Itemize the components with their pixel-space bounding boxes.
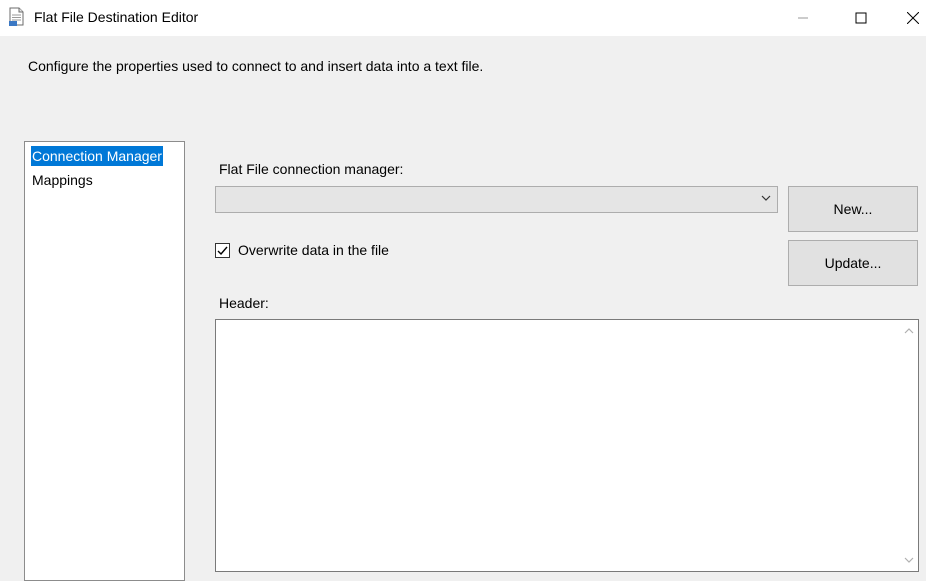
page-description: Configure the properties used to connect… [28, 58, 484, 74]
maximize-icon [855, 12, 867, 24]
checkmark-icon [217, 246, 228, 256]
page-nav-list: Connection Manager Mappings [24, 141, 185, 581]
overwrite-checkbox[interactable] [215, 243, 230, 258]
update-button[interactable]: Update... [788, 240, 918, 286]
chevron-down-icon [761, 195, 771, 201]
minimize-icon [798, 17, 808, 19]
connection-manager-dropdown[interactable] [215, 186, 778, 213]
header-label: Header: [219, 295, 269, 311]
maximize-button[interactable] [838, 0, 884, 36]
chevron-up-icon[interactable] [904, 328, 914, 334]
header-textarea[interactable] [215, 319, 919, 572]
close-icon [907, 12, 919, 24]
title-bar: Flat File Destination Editor [0, 0, 926, 36]
close-button[interactable] [890, 0, 926, 36]
minimize-button[interactable] [780, 0, 826, 36]
overwrite-label[interactable]: Overwrite data in the file [238, 242, 389, 258]
nav-item-connection-manager[interactable]: Connection Manager [31, 146, 163, 166]
connection-manager-label: Flat File connection manager: [219, 161, 404, 177]
window-title: Flat File Destination Editor [34, 9, 199, 25]
header-scrollbar[interactable] [901, 320, 918, 571]
flat-file-document-icon [8, 7, 26, 27]
chevron-down-icon[interactable] [904, 557, 914, 563]
nav-item-mappings[interactable]: Mappings [31, 170, 94, 190]
new-button[interactable]: New... [788, 186, 918, 232]
